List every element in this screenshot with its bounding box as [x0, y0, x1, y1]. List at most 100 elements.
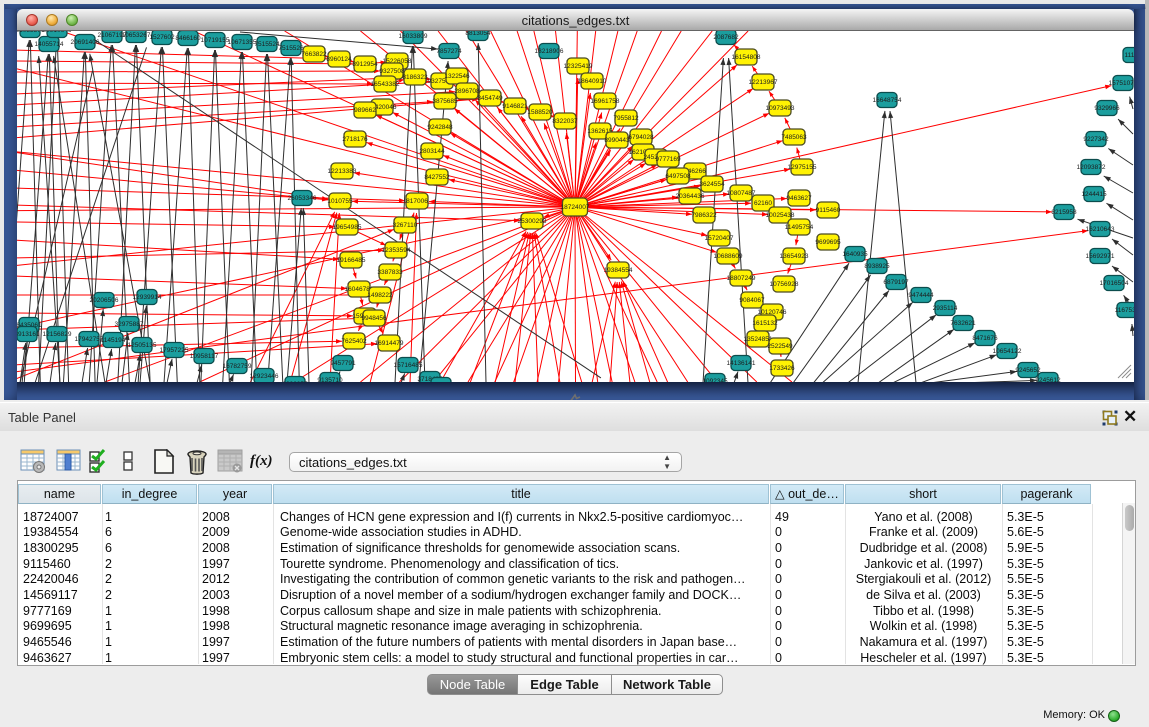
svg-text:10688609: 10688609	[714, 253, 743, 260]
svg-text:10973493: 10973493	[766, 105, 795, 112]
svg-text:9474444: 9474444	[908, 292, 934, 299]
svg-text:1167533: 1167533	[1115, 307, 1134, 314]
svg-text:9457791: 9457791	[330, 360, 356, 367]
svg-text:7663822: 7663822	[301, 51, 327, 58]
svg-text:10756928: 10756928	[770, 281, 799, 288]
svg-text:12325419: 12325419	[564, 63, 593, 70]
svg-text:8466160: 8466160	[175, 35, 201, 42]
svg-text:17016504: 17016504	[1100, 280, 1129, 287]
svg-text:15720407: 15720407	[705, 235, 734, 242]
svg-text:20691406: 20691406	[71, 39, 100, 46]
svg-text:15751074: 15751074	[1109, 80, 1134, 87]
svg-text:16782759: 16782759	[223, 363, 252, 370]
svg-text:9948456: 9948456	[361, 315, 387, 322]
svg-text:1145194: 1145194	[101, 337, 126, 344]
svg-text:2522549: 2522549	[767, 343, 793, 350]
svg-text:6497508: 6497508	[665, 173, 691, 180]
svg-text:8813054: 8813054	[465, 31, 491, 37]
svg-text:817006: 817006	[406, 198, 428, 205]
svg-text:10654122: 10654122	[993, 348, 1022, 355]
svg-text:12093872: 12093872	[1077, 164, 1106, 171]
svg-text:3875685: 3875685	[432, 98, 458, 105]
svg-text:989662: 989662	[354, 107, 376, 114]
svg-text:7515526: 7515526	[278, 45, 304, 52]
svg-text:2935114: 2935114	[933, 305, 958, 312]
svg-text:20364436: 20364436	[676, 193, 705, 200]
svg-text:12975155: 12975155	[788, 164, 817, 171]
svg-text:10025438: 10025438	[766, 212, 795, 219]
svg-text:8960124: 8960124	[326, 56, 352, 63]
svg-text:8912954: 8912954	[352, 61, 378, 68]
svg-text:1498222: 1498222	[367, 292, 393, 299]
svg-text:32975887: 32975887	[115, 321, 144, 328]
svg-text:16648754: 16648754	[873, 97, 902, 104]
svg-text:19384554: 19384554	[604, 267, 633, 274]
svg-text:18724007: 18724007	[561, 204, 590, 211]
svg-text:3387833: 3387833	[377, 269, 403, 276]
svg-text:17957225: 17957225	[160, 347, 189, 354]
svg-text:12156829: 12156829	[43, 331, 72, 338]
svg-text:1615132: 1615132	[752, 320, 778, 327]
svg-text:9245652: 9245652	[1015, 367, 1041, 374]
svg-text:19166485: 19166485	[337, 257, 366, 264]
svg-text:1010755: 1010755	[327, 198, 353, 205]
svg-text:14055714: 14055714	[35, 41, 64, 48]
svg-text:10719155: 10719155	[201, 37, 230, 44]
svg-text:7986322: 7986322	[691, 212, 717, 219]
svg-text:9084067: 9084067	[739, 297, 765, 304]
svg-text:12939914: 12939914	[133, 294, 162, 301]
svg-text:9242848: 9242848	[427, 124, 453, 131]
svg-text:9463627: 9463627	[786, 195, 812, 202]
svg-text:9146821: 9146821	[502, 103, 528, 110]
svg-text:12505135: 12505135	[128, 342, 157, 349]
svg-text:20206506: 20206506	[90, 297, 119, 304]
svg-text:9329966: 9329966	[1094, 105, 1120, 112]
svg-text:12923446: 12923446	[250, 373, 279, 380]
svg-text:7955812: 7955812	[613, 115, 639, 122]
svg-text:7515524: 7515524	[254, 41, 280, 48]
svg-text:15716485: 15716485	[394, 362, 423, 369]
svg-text:12213967: 12213967	[749, 79, 778, 86]
svg-text:25300293: 25300293	[518, 218, 547, 225]
svg-text:18640910: 18640910	[578, 78, 607, 85]
svg-text:7625402: 7625402	[341, 338, 367, 345]
svg-text:3913161: 3913161	[17, 331, 40, 338]
svg-text:10807487: 10807487	[727, 190, 756, 197]
svg-text:2896708: 2896708	[454, 88, 480, 95]
svg-text:19654985: 19654985	[333, 224, 362, 231]
svg-text:62160: 62160	[754, 200, 772, 207]
svg-text:7485063: 7485063	[781, 134, 807, 141]
svg-text:16210643: 16210643	[1086, 226, 1115, 233]
svg-text:16961758: 16961758	[591, 98, 620, 105]
svg-text:9227342: 9227342	[1083, 136, 1109, 143]
svg-text:8454749: 8454749	[477, 95, 503, 102]
svg-text:11495754: 11495754	[785, 224, 814, 231]
svg-text:1640935: 1640935	[842, 251, 868, 258]
svg-text:9699695: 9699695	[815, 239, 841, 246]
svg-text:12353594: 12353594	[382, 247, 411, 254]
svg-text:26053346: 26053346	[288, 195, 317, 202]
svg-text:1588520: 1588520	[527, 109, 553, 116]
svg-text:9135710: 9135710	[317, 377, 343, 382]
svg-text:6794028: 6794028	[628, 134, 654, 141]
svg-text:8322037: 8322037	[552, 118, 578, 125]
svg-text:9245612: 9245612	[1035, 377, 1061, 382]
svg-text:8990443: 8990443	[604, 137, 630, 144]
svg-text:12213383: 12213383	[328, 168, 357, 175]
svg-text:16914479: 16914479	[375, 340, 404, 347]
svg-text:14136141: 14136141	[727, 360, 756, 367]
svg-text:16154808: 16154808	[732, 54, 761, 61]
svg-text:3624554: 3624554	[699, 181, 725, 188]
svg-text:6879197: 6879197	[883, 279, 909, 286]
svg-text:10958117: 10958117	[190, 353, 219, 360]
svg-text:9115460: 9115460	[816, 207, 841, 214]
svg-text:16543382: 16543382	[371, 81, 400, 88]
svg-text:1292357: 1292357	[282, 381, 308, 382]
svg-text:2803144: 2803144	[419, 148, 445, 155]
svg-text:8186323: 8186323	[402, 74, 428, 81]
svg-text:10671355: 10671355	[228, 39, 257, 46]
svg-text:21035571: 21035571	[17, 31, 45, 34]
svg-text:7632621: 7632621	[950, 320, 976, 327]
svg-text:16033809: 16033809	[399, 33, 428, 40]
svg-text:18807249: 18807249	[727, 275, 756, 282]
